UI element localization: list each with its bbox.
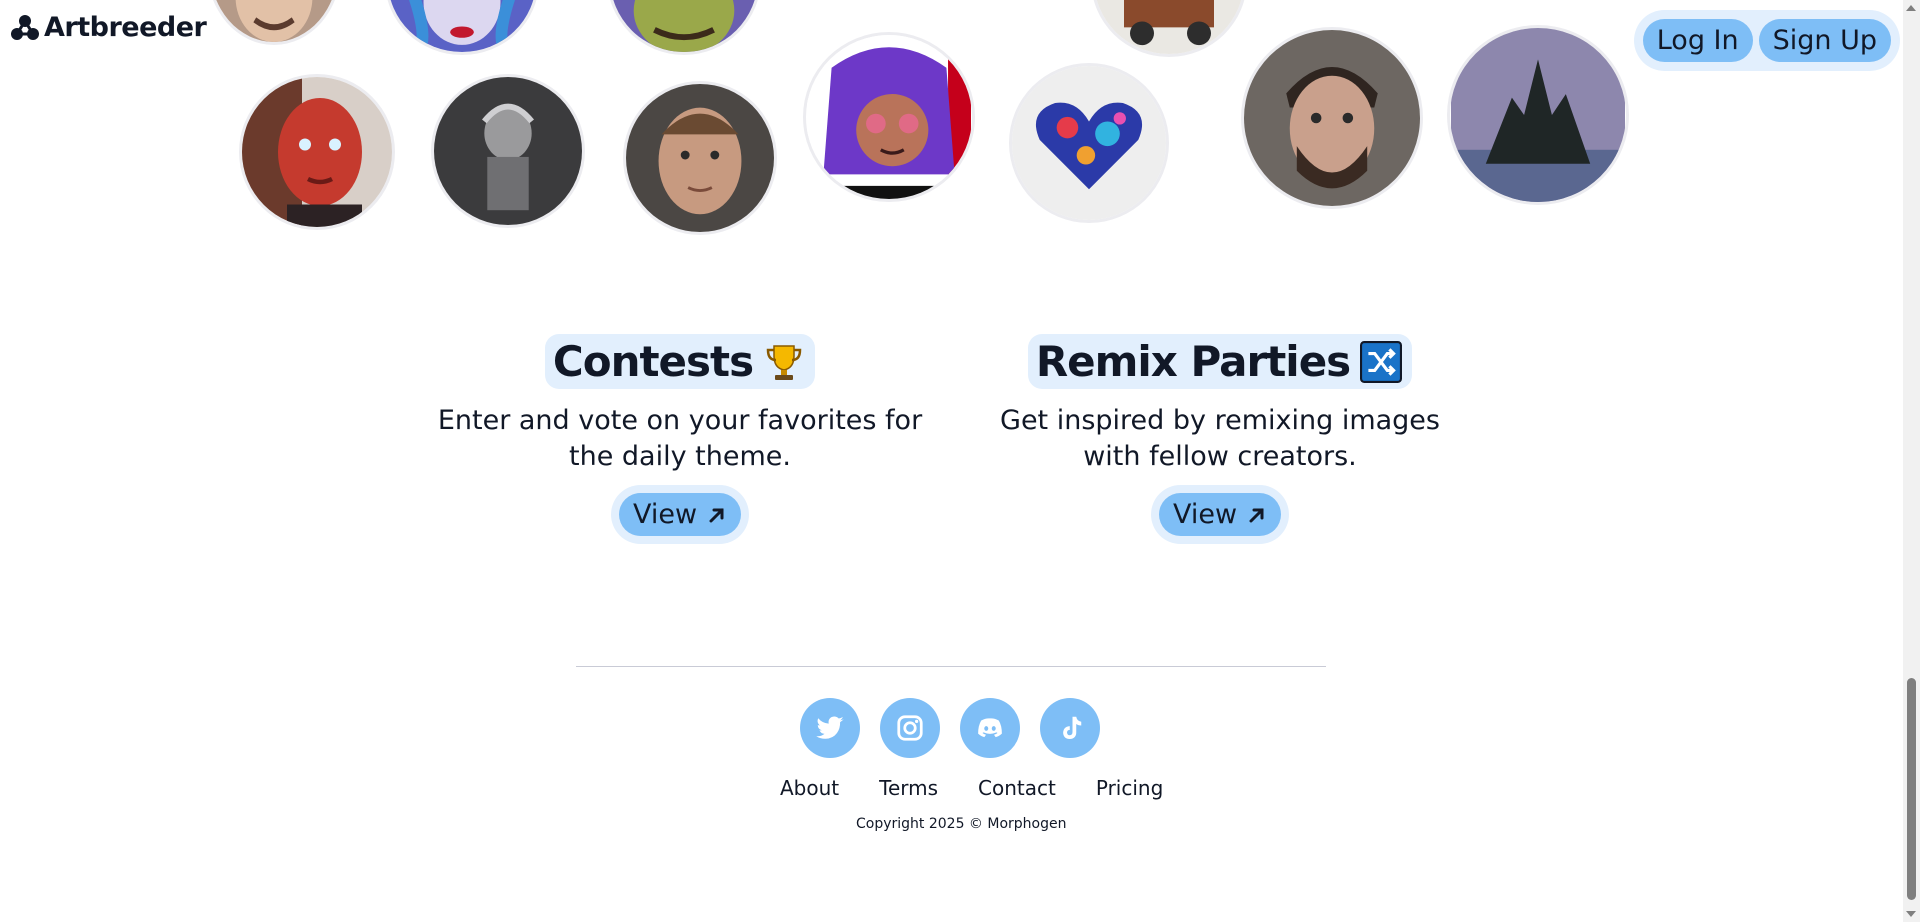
avatar-smiling-man[interactable] [210, 0, 338, 42]
login-button[interactable]: Log In [1642, 19, 1753, 62]
avatar-green-goblin[interactable] [610, 0, 758, 52]
twitter-icon [816, 716, 844, 739]
footer-divider [576, 666, 1326, 667]
contests-view-label: View [632, 499, 698, 530]
scroll-thumb[interactable] [1907, 678, 1916, 900]
copyright: Copyright 2025 © Morphogen [856, 816, 1067, 832]
remix-title-text: Remix Parties [1035, 337, 1351, 386]
discord-icon [978, 718, 1002, 738]
arrow-up-right-icon [709, 508, 724, 522]
triangle-dots-logo-icon [11, 14, 39, 40]
remix-view-button[interactable]: View [1158, 493, 1282, 536]
copyright-prefix: Copyright 2025 © [856, 816, 983, 832]
avatar-colorful-heart[interactable] [1012, 66, 1166, 220]
auth-buttons: Log In Sign Up [1633, 10, 1900, 71]
avatar-bearded-man[interactable] [1244, 30, 1420, 206]
instagram-button[interactable] [880, 698, 940, 758]
trophy-icon [761, 339, 807, 385]
avatar-cart[interactable] [1094, 0, 1244, 54]
tiktok-icon [1063, 716, 1082, 739]
contests-title-text: Contests [552, 337, 754, 386]
avatar-young-man[interactable] [626, 84, 774, 232]
remix-description: Get inspired by remixing images with fel… [960, 403, 1480, 475]
contact-link[interactable]: Contact [978, 776, 1056, 800]
contests-desc-line1: Enter and vote on your favorites for [437, 405, 923, 436]
contests-desc-line2: the daily theme. [569, 441, 791, 472]
instagram-icon [897, 715, 923, 741]
remix-parties-feature: Remix Parties Get inspired by remixing i… [960, 334, 1480, 544]
social-links [800, 698, 1100, 758]
twitter-button[interactable] [800, 698, 860, 758]
arrow-up-right-icon [1249, 508, 1264, 522]
avatar-blue-hair-woman[interactable] [388, 0, 536, 52]
avatar-anime-girl[interactable] [806, 35, 972, 199]
remix-view-label: View [1172, 499, 1238, 530]
remix-view-wrap: View [1150, 485, 1290, 544]
scrollbar[interactable] [1903, 0, 1920, 922]
pricing-link[interactable]: Pricing [1096, 776, 1163, 800]
contests-feature: Contests Enter and vote on your favorite… [420, 334, 940, 544]
remix-title: Remix Parties [1027, 334, 1413, 389]
remix-desc-line1: Get inspired by remixing images [1000, 405, 1440, 436]
avatar-red-woman[interactable] [242, 77, 392, 227]
remix-desc-line2: with fellow creators. [1083, 441, 1357, 472]
shuffle-icon [1358, 339, 1404, 385]
avatar-grey-sketch[interactable] [434, 77, 582, 225]
artbreeder-logo[interactable]: Artbreeder [10, 12, 207, 43]
terms-link[interactable]: Terms [879, 776, 938, 800]
brand-name: Artbreeder [44, 12, 207, 43]
signup-button[interactable]: Sign Up [1758, 19, 1891, 62]
contests-title: Contests [544, 334, 816, 389]
scroll-down-arrow-icon[interactable] [1906, 911, 1916, 917]
tiktok-button[interactable] [1040, 698, 1100, 758]
about-link[interactable]: About [780, 776, 839, 800]
contests-description: Enter and vote on your favorites for the… [420, 403, 940, 475]
avatar-dark-castle[interactable] [1450, 28, 1626, 202]
scroll-up-arrow-icon[interactable] [1906, 5, 1916, 11]
contests-view-wrap: View [610, 485, 750, 544]
discord-button[interactable] [960, 698, 1020, 758]
contests-view-button[interactable]: View [618, 493, 742, 536]
copyright-brand-link[interactable]: Morphogen [987, 816, 1066, 832]
footer-links: About Terms Contact Pricing [780, 776, 1163, 800]
